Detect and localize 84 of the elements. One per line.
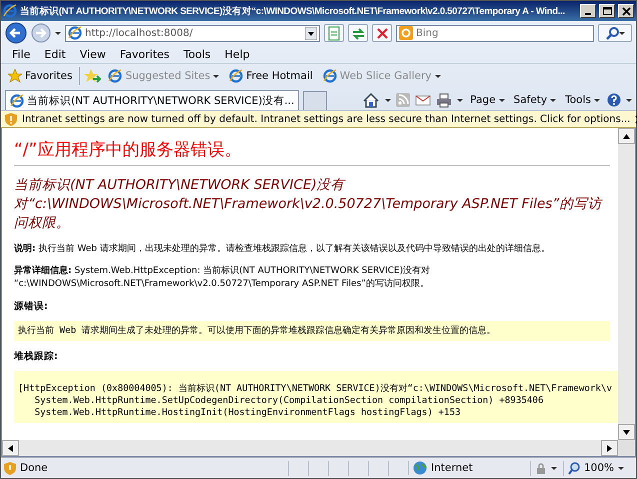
code-line: System.Web.HttpRuntime.SetUpCodegenDirectory(CompilationSection compilationSection) +8935406 [34,395,544,407]
favorites-button[interactable]: Favorites [5,68,76,84]
maximize-icon [602,7,612,15]
caret-icon [550,98,556,102]
dropdown-icon[interactable] [305,26,317,40]
code-line: System.Web.HttpRuntime.HostingInit(HostingEnvironmentFlags hostingFlags) +153 [34,407,462,419]
command-menu[interactable]: Safety [512,94,558,106]
caret-icon[interactable] [55,32,61,34]
caret-icon [213,74,220,78]
browser-tab[interactable]: 当前标识(NT AUTHORITY\NETWORK SERVICE)没有... [5,90,300,110]
page-icon [3,4,17,18]
arrow-icon [623,428,630,436]
page-icon [327,26,341,40]
zoom-button[interactable]: 100% [563,460,633,476]
page-icon [68,26,82,40]
menu-item[interactable]: Help [218,46,257,62]
maximize-button[interactable] [599,4,615,18]
minimize-button[interactable] [580,4,596,18]
search-button[interactable] [598,24,632,42]
caret-icon [618,466,624,470]
stop-icon [376,26,388,40]
scrollbar-corner [618,440,635,456]
address-field[interactable]: http://localhost:8008/ [65,24,320,42]
lock-icon [535,462,547,474]
caret-icon [594,98,600,102]
window-title: 当前标识(NT AUTHORITY\NETWORK SERVICE)没有对“c:\WINDOWS\Microsoft.NET\Framework\v2.0.50727\Temporary A - Wind... [20,4,566,18]
favorites-link[interactable]: Free Hotmail [226,68,316,84]
compatibility-button[interactable] [324,24,344,42]
menu-item[interactable]: Edit [37,46,73,62]
shield-warning-icon [5,112,17,126]
refresh-button[interactable] [348,24,368,42]
home-icon[interactable] [362,92,380,108]
search-field[interactable]: Bing [396,24,594,42]
caret-icon[interactable] [385,98,392,102]
menu-item[interactable]: File [5,46,38,62]
page-icon [108,69,122,83]
shield-warning-icon [4,462,16,474]
menu-item[interactable]: Favorites [112,46,177,62]
section-label: 堆栈跟踪: [14,350,59,363]
scroll-up-button[interactable] [618,128,635,144]
information-message: Intranet settings are now turned off by default. Intranet settings are less secure than Internet settings. Click for options... [22,114,630,124]
error-message: 当前标识(NT AUTHORITY\NETWORK SERVICE)没有对“c:\WINDOWS\Microsoft.NET\Framework\v2.0.50727\Temporary ASP.NET Files”的写访问权限。 [14,176,604,233]
arrow-icon [606,444,613,452]
printer-icon[interactable] [436,92,452,108]
page-icon [322,69,337,83]
refresh-icon [350,26,366,40]
information-bar[interactable]: Intranet settings are now turned off by default. Intranet settings are less secure than Internet settings. Click for options... [1,110,636,128]
caret-icon[interactable] [626,98,632,102]
arrow-icon [623,132,630,140]
caret-icon[interactable] [457,98,464,102]
caret-icon [434,74,440,78]
help-icon[interactable] [607,93,621,107]
code-line: [HttpException (0x80004005): 当前标识(NT AUTHORITY\NETWORK SERVICE)没有对“c:\WINDOWS\Microsoft.NET\Framework\v [18,383,614,395]
add-favorite-icon[interactable] [84,69,102,83]
code-line: 执行当前 Web 请求期间生成了未处理的异常。可以使用下面的异常堆栈跟踪信息确定有关异常原因和发生位置的信息。 [18,325,497,337]
back-icon[interactable] [5,22,27,44]
scroll-left-button[interactable] [2,440,19,456]
caret-icon [618,32,624,34]
stop-button[interactable] [372,24,392,42]
star-icon [8,69,22,83]
caret-icon [498,98,505,102]
status-text: Done [20,462,48,474]
scroll-right-button[interactable] [601,440,618,456]
security-zone: Internet [431,462,473,474]
description-text: 异常详细信息: System.Web.HttpException: 当前标识(NT AUTHORITY\NETWORK SERVICE)没有对 “c:\WINDOWS\Microsoft.NET\Framework\v2.0.50727\Temporary ASP.NET Files”的写访问权限。 [14,265,432,291]
menu-item[interactable]: Tools [176,46,218,62]
page-icon [10,94,24,108]
mail-icon[interactable] [415,93,432,107]
close-button[interactable] [618,4,634,18]
bing-icon [399,26,413,40]
search-icon [606,26,618,40]
zoom-icon [568,462,580,474]
menu-item[interactable]: View [72,46,113,62]
close-icon [622,6,630,16]
page-icon [229,69,244,83]
command-menu[interactable]: Tools [563,94,602,106]
error-heading: “/”应用程序中的服务器错误。 [14,139,242,161]
caret-icon [551,466,557,470]
section-label: 源错误: [14,300,49,313]
arrow-icon [7,444,14,452]
command-menu[interactable]: Page [468,94,507,106]
globe-icon [413,461,427,475]
description-text: 说明: 执行当前 Web 请求期间，出现未处理的异常。请检查堆栈跟踪信息，以了解有关该错误以及代码中导致错误的出处的详细信息。 [14,243,551,256]
scroll-down-button[interactable] [618,424,635,440]
